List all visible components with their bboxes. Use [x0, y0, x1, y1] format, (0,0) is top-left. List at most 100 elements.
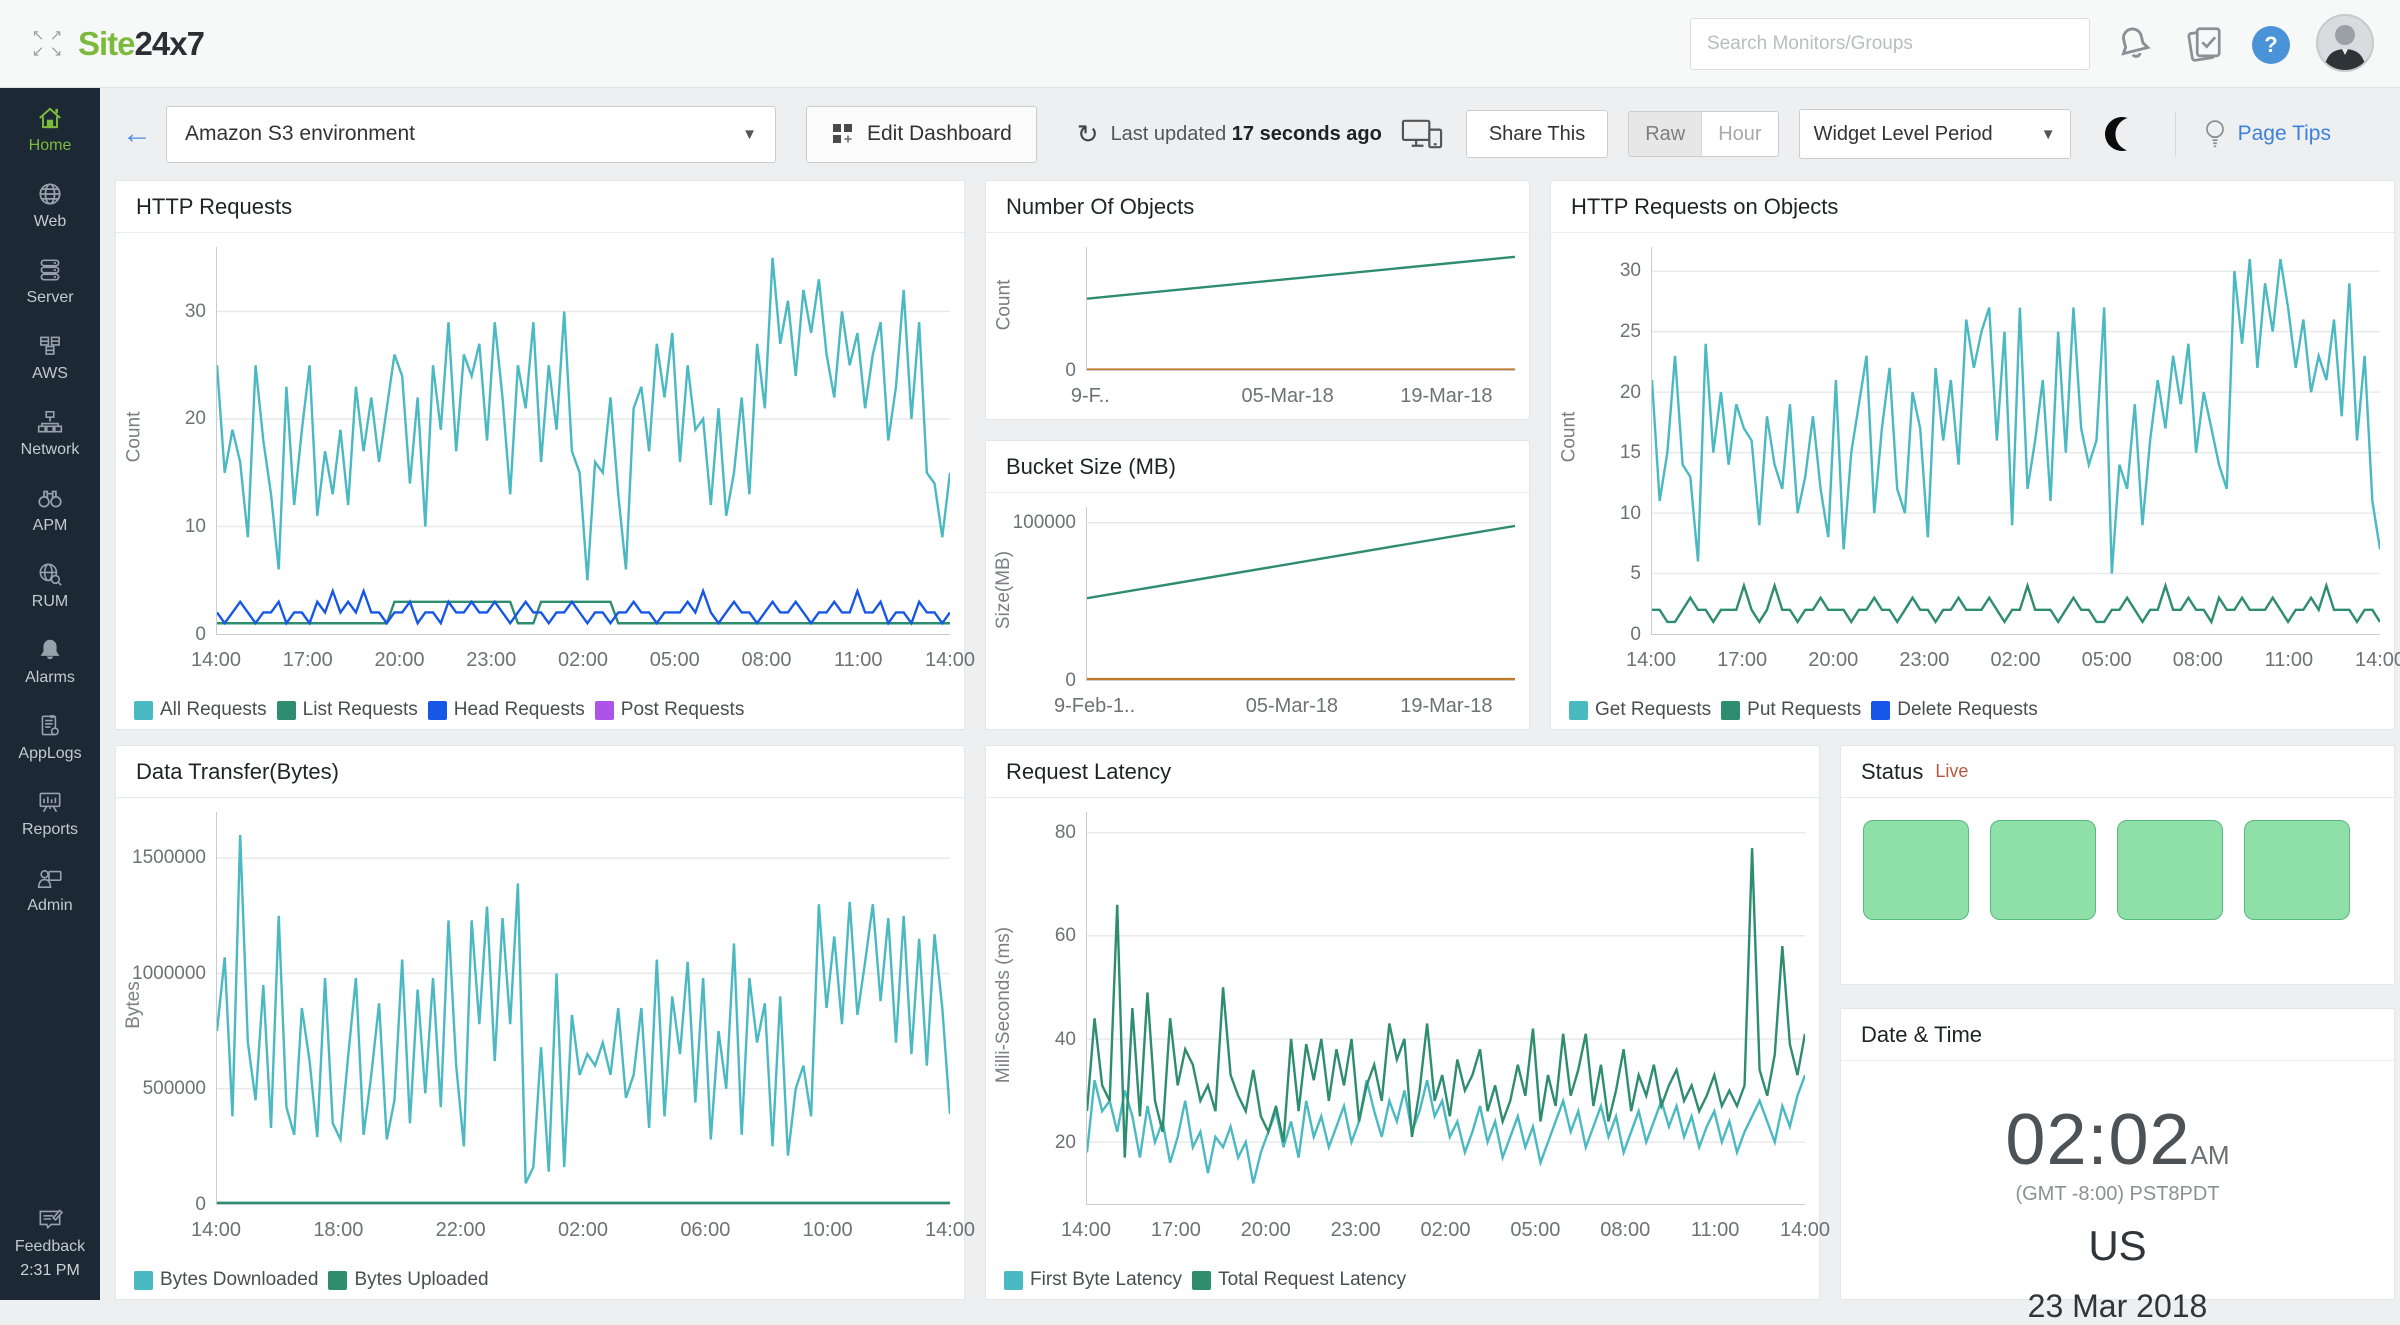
x-tick-label: 22:00: [436, 1219, 486, 1242]
widget-level-period-select[interactable]: Widget Level Period ▼: [1799, 109, 2071, 159]
y-axis: 20406080: [1022, 812, 1086, 1205]
legend-label: Delete Requests: [1897, 699, 2037, 721]
y-tick-label: 0: [195, 1194, 206, 1216]
y-axis-label: Count: [986, 233, 1022, 377]
dark-mode-moon-icon[interactable]: [2100, 113, 2143, 156]
sidebar-item-apm[interactable]: APM: [33, 484, 68, 535]
sidebar-item-admin[interactable]: Admin: [27, 864, 72, 915]
chart-plot[interactable]: [1086, 507, 1515, 681]
devices-icon[interactable]: [1400, 116, 1444, 152]
legend-swatch-icon: [328, 1271, 347, 1290]
refresh-icon[interactable]: ↻: [1077, 119, 1099, 150]
lightbulb-icon: [2202, 118, 2228, 150]
legend-item[interactable]: Get Requests: [1569, 699, 1711, 721]
dashboard-grid-icon: [831, 122, 855, 146]
sidebar-item-web[interactable]: Web: [34, 180, 67, 231]
x-tick-label: 9-Feb-1..: [1054, 695, 1135, 718]
reports-icon: [36, 788, 64, 816]
y-tick-label: 20: [1620, 382, 1641, 404]
y-tick-label: 20: [1055, 1132, 1076, 1154]
legend-item[interactable]: Bytes Uploaded: [328, 1269, 488, 1291]
x-tick-label: 20:00: [374, 649, 424, 672]
sidebar-item-home[interactable]: Home: [29, 104, 72, 155]
y-axis-label: Count: [116, 233, 152, 641]
raw-hour-toggle: Raw Hour: [1628, 111, 1778, 157]
chart-plot[interactable]: [216, 247, 950, 635]
legend-swatch-icon: [1004, 1271, 1023, 1290]
y-tick-label: 0: [1630, 624, 1641, 646]
legend-label: All Requests: [160, 699, 267, 721]
status-tile[interactable]: [2244, 820, 2350, 920]
y-tick-label: 1500000: [132, 847, 206, 869]
sidebar-item-feedback[interactable]: Feedback: [15, 1205, 85, 1256]
back-arrow-icon[interactable]: ←: [122, 117, 158, 151]
chart-plot[interactable]: [1651, 247, 2380, 635]
sidebar-item-network[interactable]: Network: [21, 408, 80, 459]
x-tick-label: 11:00: [834, 649, 883, 672]
legend-item[interactable]: All Requests: [134, 699, 267, 721]
widget-title: Number Of Objects: [1006, 194, 1194, 220]
sidebar-item-alarms[interactable]: Alarms: [25, 636, 75, 687]
status-tile[interactable]: [1863, 820, 1969, 920]
x-tick-label: 10:00: [803, 1219, 853, 1242]
x-tick-label: 19-Mar-18: [1400, 385, 1492, 408]
hour-toggle[interactable]: Hour: [1702, 112, 1777, 156]
raw-toggle[interactable]: Raw: [1629, 112, 1702, 156]
main-content: ← Amazon S3 environment ▼ Edit Dashboard…: [100, 88, 2400, 1300]
sidebar-item-rum[interactable]: RUM: [32, 560, 68, 611]
legend-item[interactable]: Put Requests: [1721, 699, 1861, 721]
help-icon[interactable]: ?: [2252, 26, 2290, 64]
binoculars-icon: [36, 484, 64, 512]
series-line: [1652, 586, 2380, 622]
sidebar-item-aws[interactable]: AWS: [32, 332, 68, 383]
y-axis: 0102030: [152, 247, 216, 635]
legend-label: First Byte Latency: [1030, 1269, 1182, 1291]
x-tick-label: 20:00: [1808, 649, 1858, 672]
server-icon: [36, 256, 64, 284]
sidebar-item-server[interactable]: Server: [26, 256, 73, 307]
collapse-sidebar-icon[interactable]: ↖↗↙↘: [30, 29, 64, 59]
search-input[interactable]: [1690, 18, 2090, 70]
x-tick-label: 05-Mar-18: [1246, 695, 1338, 718]
status-tile[interactable]: [1990, 820, 2096, 920]
legend-item[interactable]: Bytes Downloaded: [134, 1269, 318, 1291]
bell-icon[interactable]: [2112, 22, 2156, 66]
x-tick-label: 11:00: [2265, 649, 2314, 672]
legend-item[interactable]: Head Requests: [428, 699, 585, 721]
x-tick-label: 14:00: [1626, 649, 1676, 672]
sidebar-item-applogs[interactable]: AppLogs: [18, 712, 81, 763]
series-line: [217, 591, 950, 623]
user-avatar[interactable]: [2316, 14, 2374, 72]
legend-item[interactable]: Post Requests: [595, 699, 745, 721]
dashboard-toolbar: ← Amazon S3 environment ▼ Edit Dashboard…: [100, 88, 2400, 180]
widget-http-requests-on-objects: HTTP Requests on Objects Count 051015202…: [1550, 180, 2395, 730]
widget-title: Date & Time: [1861, 1022, 1982, 1048]
page-tips-link[interactable]: Page Tips: [2202, 118, 2331, 150]
legend-item[interactable]: List Requests: [277, 699, 418, 721]
x-tick-label: 14:00: [925, 1219, 975, 1242]
legend-item[interactable]: Delete Requests: [1871, 699, 2037, 721]
legend-item[interactable]: First Byte Latency: [1004, 1269, 1182, 1291]
x-tick-label: 17:00: [283, 649, 333, 672]
x-tick-label: 14:00: [191, 649, 241, 672]
tasks-icon[interactable]: [2182, 22, 2226, 66]
y-tick-label: 0: [195, 624, 206, 646]
y-tick-label: 10: [185, 516, 206, 538]
sidebar-item-reports[interactable]: Reports: [22, 788, 78, 839]
chart-plot[interactable]: [1086, 812, 1805, 1205]
last-updated-text: Last updated 17 seconds ago: [1111, 123, 1382, 146]
y-tick-label: 500000: [143, 1078, 206, 1100]
legend-item[interactable]: Total Request Latency: [1192, 1269, 1406, 1291]
share-this-button[interactable]: Share This: [1466, 110, 1608, 158]
status-tile[interactable]: [2117, 820, 2223, 920]
legend-swatch-icon: [428, 701, 447, 720]
edit-dashboard-button[interactable]: Edit Dashboard: [806, 106, 1037, 163]
chart-plot[interactable]: [216, 812, 950, 1205]
y-tick-label: 0: [1065, 670, 1076, 692]
alarm-bell-icon: [36, 636, 64, 664]
x-axis: 9-Feb-1..05-Mar-1819-Mar-18: [1086, 687, 1515, 729]
dashboard-select[interactable]: Amazon S3 environment ▼: [166, 106, 776, 163]
chart-legend: All Requests List Requests Head Requests Po…: [134, 699, 754, 721]
legend-label: Total Request Latency: [1218, 1269, 1406, 1291]
chart-plot[interactable]: [1086, 247, 1515, 371]
